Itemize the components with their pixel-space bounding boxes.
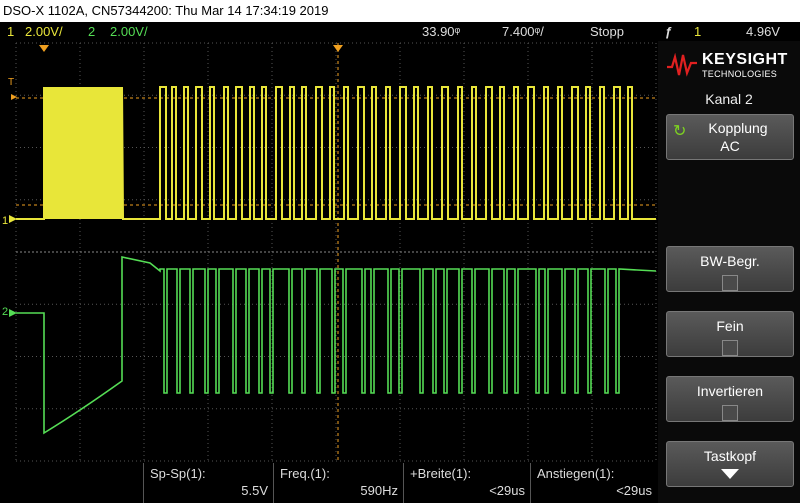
measurement-value: <29us	[616, 483, 652, 498]
measurement-peak-to-peak[interactable]: Sp-Sp(1): 5.5V	[143, 463, 274, 503]
time-offset[interactable]: 33.90ᵠ	[422, 22, 460, 41]
ch1-ground-label: 1	[2, 215, 8, 227]
measurement-name: Sp-Sp(1):	[150, 466, 206, 481]
trigger-level-label: T	[8, 77, 14, 88]
coupling-softkey[interactable]: ↻ Kopplung AC	[666, 114, 794, 160]
brand-name: KEYSIGHT	[702, 51, 788, 68]
window-title: DSO-X 1102A, CN57344200: Thu Mar 14 17:3…	[3, 3, 329, 18]
measurement-rise-time[interactable]: Anstiegen(1): <29us	[530, 463, 658, 503]
keysight-logo: KEYSIGHT TECHNOLOGIES	[666, 49, 796, 83]
trigger-channel[interactable]: 1	[694, 22, 701, 41]
measurement-name: Anstiegen(1):	[537, 466, 615, 481]
measurement-value: 590Hz	[360, 483, 398, 498]
measurement-value: 5.5V	[241, 483, 268, 498]
bw-limit-softkey[interactable]: BW-Begr.	[666, 246, 794, 292]
softkey-sidebar: KEYSIGHT TECHNOLOGIES Kanal 2 ↻ Kopplung…	[658, 41, 800, 503]
ch1-number[interactable]: 1	[7, 22, 14, 41]
menu-title: Kanal 2	[705, 91, 753, 107]
fine-checkbox[interactable]	[722, 340, 738, 356]
measurement-frequency[interactable]: Freq.(1): 590Hz	[273, 463, 404, 503]
run-state[interactable]: Stopp	[590, 22, 624, 41]
ch2-scale[interactable]: 2.00V/	[110, 22, 148, 41]
measurement-positive-width[interactable]: +Breite(1): <29us	[403, 463, 531, 503]
ch1-scale[interactable]: 2.00V/	[25, 22, 63, 41]
keysight-wave-icon	[667, 53, 697, 77]
trigger-edge-icon: ƒ	[665, 24, 673, 39]
ch1-burst-region	[44, 87, 122, 219]
measurement-name: Freq.(1):	[280, 466, 330, 481]
ch1-ground-marker[interactable]	[9, 215, 17, 223]
measurement-bar: Sp-Sp(1): 5.5V Freq.(1): 590Hz +Breite(1…	[0, 463, 658, 503]
status-bar: 1 2.00V/ 2 2.00V/ 33.90ᵠ 7.400ᵠ/ Stopp ƒ…	[0, 22, 800, 41]
probe-softkey[interactable]: Tastkopf	[666, 441, 794, 487]
waveform-traces	[16, 86, 657, 435]
fine-label: Fein	[716, 318, 744, 334]
invert-softkey[interactable]: Invertieren	[666, 376, 794, 422]
window-title-bar: DSO-X 1102A, CN57344200: Thu Mar 14 17:3…	[0, 0, 800, 22]
brand-subtitle: TECHNOLOGIES	[702, 69, 778, 79]
measurement-value: <29us	[489, 483, 525, 498]
measurement-name: +Breite(1):	[410, 466, 472, 481]
time-reference-marker	[333, 45, 343, 52]
chevron-down-icon	[721, 469, 739, 479]
ch2-ground-label: 2	[2, 306, 8, 318]
trigger-level[interactable]: 4.96V	[746, 22, 780, 41]
bw-limit-checkbox[interactable]	[722, 275, 738, 291]
bw-limit-label: BW-Begr.	[700, 253, 760, 269]
rotate-knob-icon: ↻	[673, 123, 687, 140]
scope-display[interactable]: T 1 2	[0, 41, 658, 463]
invert-label: Invertieren	[696, 383, 764, 399]
probe-label: Tastkopf	[703, 448, 757, 464]
fine-softkey[interactable]: Fein	[666, 311, 794, 357]
time-scale[interactable]: 7.400ᵠ/	[502, 22, 544, 41]
invert-checkbox[interactable]	[722, 405, 738, 421]
ch2-number[interactable]: 2	[88, 22, 95, 41]
trigger-time-marker[interactable]	[39, 45, 49, 52]
